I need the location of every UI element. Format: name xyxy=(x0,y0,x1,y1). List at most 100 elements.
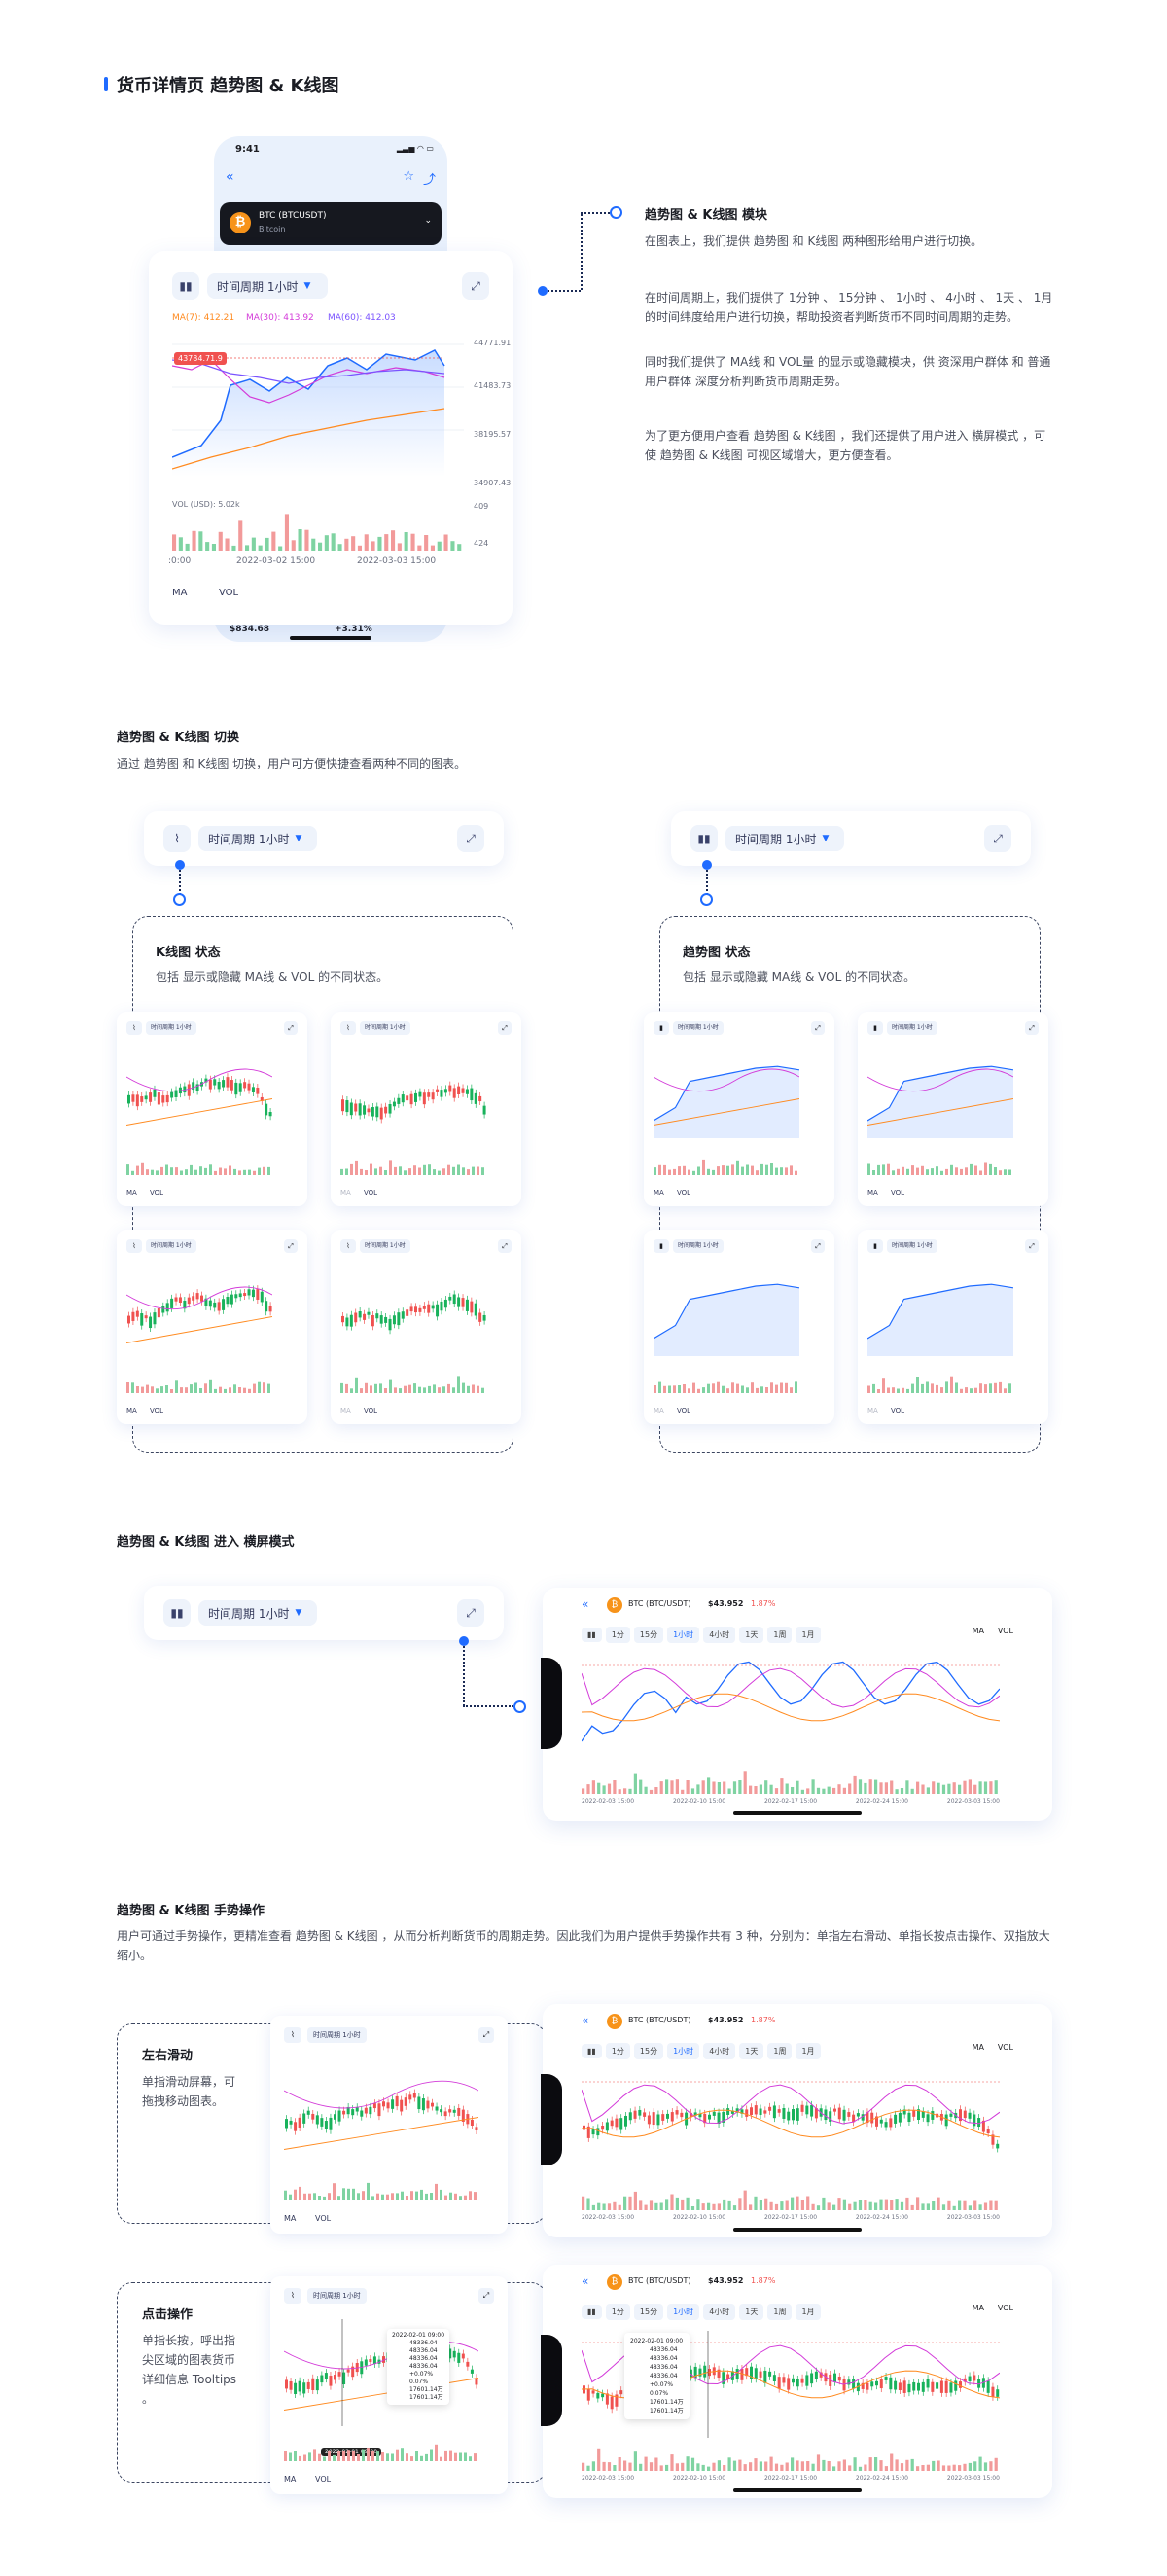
trend-toggle-icon[interactable]: ⌇ xyxy=(284,2027,301,2043)
fullscreen-icon[interactable]: ⤢ xyxy=(984,825,1011,852)
back-icon[interactable]: « xyxy=(582,1597,588,1611)
mini-toggle-vol[interactable]: VOL xyxy=(315,2214,331,2223)
fullscreen-icon[interactable]: ⤢ xyxy=(478,2027,494,2043)
mini-toggle-ma[interactable]: MA xyxy=(126,1189,137,1197)
mini-toggle-vol[interactable]: VOL xyxy=(315,2475,331,2484)
landscape-trend-chart[interactable] xyxy=(582,1654,1000,1761)
mini-toggle-ma[interactable]: MA xyxy=(284,2475,296,2484)
mini-toggle-ma[interactable]: MA xyxy=(867,1189,878,1197)
mini-toggle-ma[interactable]: MA xyxy=(126,1407,137,1414)
toggle-vol[interactable]: VOL xyxy=(219,588,238,598)
mini-period-label[interactable]: 时间周期 1小时 xyxy=(887,1239,937,1253)
mini-toggle-ma[interactable]: MA xyxy=(654,1407,664,1414)
mini-toggle-vol[interactable]: VOL xyxy=(364,1407,377,1414)
trend-toggle-icon[interactable]: ⌇ xyxy=(284,2288,301,2304)
fullscreen-icon[interactable]: ⤢ xyxy=(457,1599,484,1627)
kline-chart[interactable] xyxy=(126,1269,272,1356)
candle-toggle-icon[interactable]: ▮▮ xyxy=(690,825,718,852)
tab-0[interactable]: 1分 xyxy=(605,2304,630,2320)
mini-toggle-vol[interactable]: VOL xyxy=(677,1189,690,1197)
trend-chart[interactable] xyxy=(867,1269,1013,1356)
coin-header[interactable]: ₿ BTC (BTCUSDT) Bitcoin ⌄ xyxy=(220,202,442,245)
toggle-ma[interactable]: MA xyxy=(172,588,187,598)
tab-6[interactable]: 1月 xyxy=(796,2043,821,2059)
mini-period-label[interactable]: 时间周期 1小时 xyxy=(360,1021,410,1035)
fullscreen-icon[interactable]: ⤢ xyxy=(462,272,489,300)
candle-toggle-icon[interactable]: ▮▮ xyxy=(582,2305,602,2319)
fullscreen-icon[interactable]: ⤢ xyxy=(284,1239,298,1253)
landscape-kline-chart[interactable] xyxy=(582,2070,1000,2177)
mini-toggle-ma[interactable]: MA xyxy=(284,2214,296,2223)
candle-toggle-icon[interactable]: ▮▮ xyxy=(163,1599,191,1627)
tab-3[interactable]: 4小时 xyxy=(703,2043,736,2059)
land-toggle-ma[interactable]: MA xyxy=(972,2304,984,2312)
tab-4[interactable]: 1天 xyxy=(739,2304,764,2320)
fullscreen-icon[interactable]: ⤢ xyxy=(1025,1021,1039,1035)
kline-chart[interactable] xyxy=(126,1051,272,1138)
mini-period-label[interactable]: 时间周期 1小时 xyxy=(673,1239,724,1253)
trend-toggle-icon[interactable]: ⌇ xyxy=(340,1021,356,1035)
back-icon[interactable]: « xyxy=(582,2274,588,2288)
tab-6[interactable]: 1月 xyxy=(796,2304,821,2320)
tab-5[interactable]: 1周 xyxy=(767,2304,793,2320)
candle-toggle-icon[interactable]: ▮ xyxy=(867,1239,883,1253)
fullscreen-icon[interactable]: ⤢ xyxy=(284,1021,298,1035)
kline-chart[interactable] xyxy=(340,1269,486,1356)
land-toggle-vol[interactable]: VOL xyxy=(998,2043,1013,2052)
back-icon[interactable]: « xyxy=(582,2014,588,2027)
fullscreen-icon[interactable]: ⤢ xyxy=(457,825,484,852)
candle-toggle-icon[interactable]: ▮ xyxy=(867,1021,883,1035)
mini-toggle-ma[interactable]: MA xyxy=(867,1407,878,1414)
candle-toggle-icon[interactable]: ▮▮ xyxy=(582,1628,602,1642)
tab-3[interactable]: 4小时 xyxy=(703,1627,736,1643)
trend-toggle-icon[interactable]: ⌇ xyxy=(163,825,191,852)
trend-toggle-icon[interactable]: ⌇ xyxy=(126,1239,142,1253)
trend-toggle-icon[interactable]: ⌇ xyxy=(340,1239,356,1253)
candle-toggle-icon[interactable]: ▮ xyxy=(654,1239,669,1253)
tab-6[interactable]: 1月 xyxy=(796,1627,821,1643)
tab-3[interactable]: 4小时 xyxy=(703,2304,736,2320)
tab-4[interactable]: 1天 xyxy=(739,1627,764,1643)
candle-toggle-icon[interactable]: ▮ xyxy=(654,1021,669,1035)
period-selector[interactable]: 时间周期 1小时 ▼ xyxy=(725,826,844,851)
tab-1[interactable]: 15分 xyxy=(633,1627,664,1643)
candle-toggle-icon[interactable]: ▮▮ xyxy=(582,2044,602,2058)
land-toggle-ma[interactable]: MA xyxy=(972,1627,984,1635)
period-selector[interactable]: 时间周期 1小时 ▼ xyxy=(198,1600,317,1626)
tab-0[interactable]: 1分 xyxy=(605,1627,630,1643)
gesture-kline-chart[interactable] xyxy=(284,2058,478,2165)
mini-period-label[interactable]: 时间周期 1小时 xyxy=(146,1021,196,1035)
back-icon[interactable]: « xyxy=(226,169,234,185)
tab-2[interactable]: 1小时 xyxy=(667,2304,700,2320)
tab-0[interactable]: 1分 xyxy=(605,2043,630,2059)
fullscreen-icon[interactable]: ⤢ xyxy=(1025,1239,1039,1253)
tab-5[interactable]: 1周 xyxy=(767,2043,793,2059)
mini-toggle-ma[interactable]: MA xyxy=(340,1189,351,1197)
mini-period-label[interactable]: 时间周期 1小时 xyxy=(360,1239,410,1253)
mini-toggle-vol[interactable]: VOL xyxy=(891,1189,904,1197)
mini-toggle-vol[interactable]: VOL xyxy=(150,1407,163,1414)
mini-period-label[interactable]: 时间周期 1小时 xyxy=(887,1021,937,1035)
land-toggle-vol[interactable]: VOL xyxy=(998,1627,1013,1635)
kline-chart[interactable] xyxy=(340,1051,486,1138)
tab-2[interactable]: 1小时 xyxy=(667,1627,700,1643)
mini-period-label[interactable]: 时间周期 1小时 xyxy=(146,1239,196,1253)
share-icon[interactable]: ⤴ xyxy=(423,169,436,188)
land-toggle-vol[interactable]: VOL xyxy=(998,2304,1013,2312)
fullscreen-icon[interactable]: ⤢ xyxy=(498,1021,512,1035)
mini-period-label[interactable]: 时间周期 1小时 xyxy=(307,2027,367,2043)
mini-toggle-vol[interactable]: VOL xyxy=(891,1407,904,1414)
mini-period-label[interactable]: 时间周期 1小时 xyxy=(307,2288,367,2304)
mini-toggle-vol[interactable]: VOL xyxy=(677,1407,690,1414)
tab-1[interactable]: 15分 xyxy=(633,2304,664,2320)
star-icon[interactable]: ☆ xyxy=(403,169,414,184)
mini-toggle-ma[interactable]: MA xyxy=(340,1407,351,1414)
fullscreen-icon[interactable]: ⤢ xyxy=(811,1239,825,1253)
fullscreen-icon[interactable]: ⤢ xyxy=(478,2288,494,2304)
tab-5[interactable]: 1周 xyxy=(767,1627,793,1643)
period-selector[interactable]: 时间周期 1小时 ▼ xyxy=(207,273,328,299)
mini-toggle-ma[interactable]: MA xyxy=(654,1189,664,1197)
land-toggle-ma[interactable]: MA xyxy=(972,2043,984,2052)
mini-toggle-vol[interactable]: VOL xyxy=(364,1189,377,1197)
candle-toggle-icon[interactable]: ▮▮ xyxy=(172,272,199,300)
